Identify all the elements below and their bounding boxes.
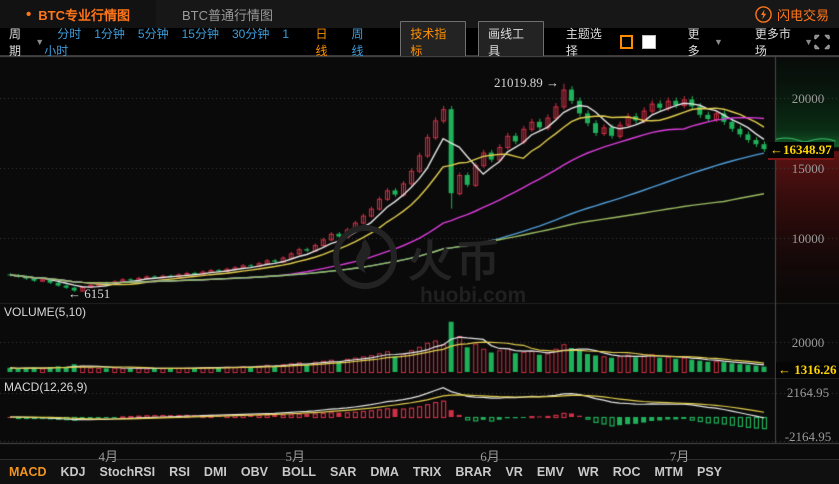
volume-pane-label: VOLUME(5,10) (4, 305, 87, 319)
price-axis-15000: 15000 (791, 161, 825, 176)
macd-axis-pos: 2164.95 (786, 385, 830, 400)
fullscreen-button[interactable] (813, 33, 831, 50)
indicator-boll[interactable]: BOLL (282, 465, 316, 479)
theme-dark-swatch[interactable] (619, 34, 634, 49)
period-items: 分时 1分钟 5分钟 15分钟 30分钟 1小时 (44, 25, 300, 59)
flash-trade-label: 闪电交易 (776, 7, 829, 23)
more-markets-label: 更多市场 (754, 26, 791, 58)
chevron-down-icon: ▼ (713, 36, 723, 47)
last-price-tag: ←16348.97 (768, 142, 834, 160)
indicator-roc[interactable]: ROC (613, 465, 641, 479)
price-axis-10000: 10000 (791, 231, 825, 246)
last-volume-tag: ← 1316.26 (776, 362, 839, 378)
more-dropdown[interactable]: 更多 ▼ (688, 25, 723, 59)
theme-select-label: 主题选择 (565, 26, 602, 58)
indicator-psy[interactable]: PSY (697, 465, 722, 479)
tab-pro-chart-label: BTC专业行情图 (38, 7, 130, 23)
huobi-logo-icon (333, 225, 397, 289)
flash-trade-button[interactable]: 闪电交易 (755, 5, 839, 24)
chart-toolbar: 周期 ▼ 分时 1分钟 5分钟 15分钟 30分钟 1小时 日线 周线 技术指标 画线工具… (0, 20, 839, 63)
indicator-switch-bar: MACD KDJ StochRSI RSI DMI OBV BOLL SAR DMA TRIX BR… (0, 459, 839, 484)
indicator-emv[interactable]: EMV (537, 465, 564, 479)
volume-axis-20000: 20000 (791, 335, 825, 350)
period-day-line[interactable]: 日线 (316, 25, 339, 59)
indicator-brar[interactable]: BRAR (455, 465, 491, 479)
month-label-1: 5月 (285, 449, 306, 464)
chart-area: 火币 huobi.com 21019.89 → ← 6151 20000 150… (0, 56, 839, 464)
indicator-wr[interactable]: WR (578, 465, 599, 479)
month-label-2: 6月 (480, 449, 500, 464)
btc-chart-app: • BTC专业行情图 BTC普通行情图 闪电交易 周期 ▼ 分时 1分钟 5分钟 15… (0, 0, 839, 484)
period-item-2[interactable]: 5分钟 (138, 27, 169, 41)
indicator-mtm[interactable]: MTM (655, 465, 683, 479)
watermark-url-text: huobi.com (420, 284, 527, 307)
period-item-1[interactable]: 1分钟 (94, 27, 125, 41)
period-dropdown-label: 周期 (9, 26, 22, 58)
low-price-annotation: ← 6151 (68, 286, 111, 301)
tab-normal-chart-label: BTC普通行情图 (181, 7, 273, 23)
huobi-watermark: 火币 huobi.com (332, 224, 526, 308)
macd-axis-neg: -2164.95 (784, 429, 832, 444)
price-axis-20000: 20000 (791, 91, 825, 106)
indicator-sar[interactable]: SAR (330, 465, 356, 479)
period-item-3[interactable]: 15分钟 (182, 27, 219, 41)
lightning-icon (755, 5, 772, 23)
indicator-macd[interactable]: MACD (9, 465, 47, 479)
indicator-dma[interactable]: DMA (370, 465, 398, 479)
indicator-obv[interactable]: OBV (241, 465, 268, 479)
chevron-down-icon: ▼ (35, 36, 45, 47)
indicator-stochrsi[interactable]: StochRSI (100, 465, 156, 479)
more-markets-dropdown[interactable]: 更多市场 ▼ (755, 25, 813, 59)
period-dropdown[interactable]: 周期 ▼ (9, 25, 44, 59)
indicator-dmi[interactable]: DMI (204, 465, 227, 479)
active-tab-bullet-icon: • (26, 5, 32, 23)
chevron-down-icon: ▼ (804, 36, 813, 47)
indicator-kdj[interactable]: KDJ (61, 465, 86, 479)
period-item-4[interactable]: 30分钟 (232, 27, 269, 41)
month-label-3: 7月 (669, 449, 690, 464)
fullscreen-expand-icon (814, 33, 830, 50)
indicator-trix[interactable]: TRIX (413, 465, 441, 479)
more-dropdown-label: 更多 (687, 26, 700, 58)
period-item-0[interactable]: 分时 (57, 27, 81, 41)
macd-pane-label: MACD(12,26,9) (4, 380, 88, 394)
indicator-rsi[interactable]: RSI (169, 465, 190, 479)
watermark-cn-text: 火币 (408, 237, 504, 286)
period-week-line[interactable]: 周线 (351, 25, 374, 59)
high-price-annotation: 21019.89 → (494, 75, 559, 90)
month-label-0: 4月 (98, 449, 118, 464)
indicator-vr[interactable]: VR (505, 465, 522, 479)
theme-light-swatch[interactable] (642, 34, 656, 49)
